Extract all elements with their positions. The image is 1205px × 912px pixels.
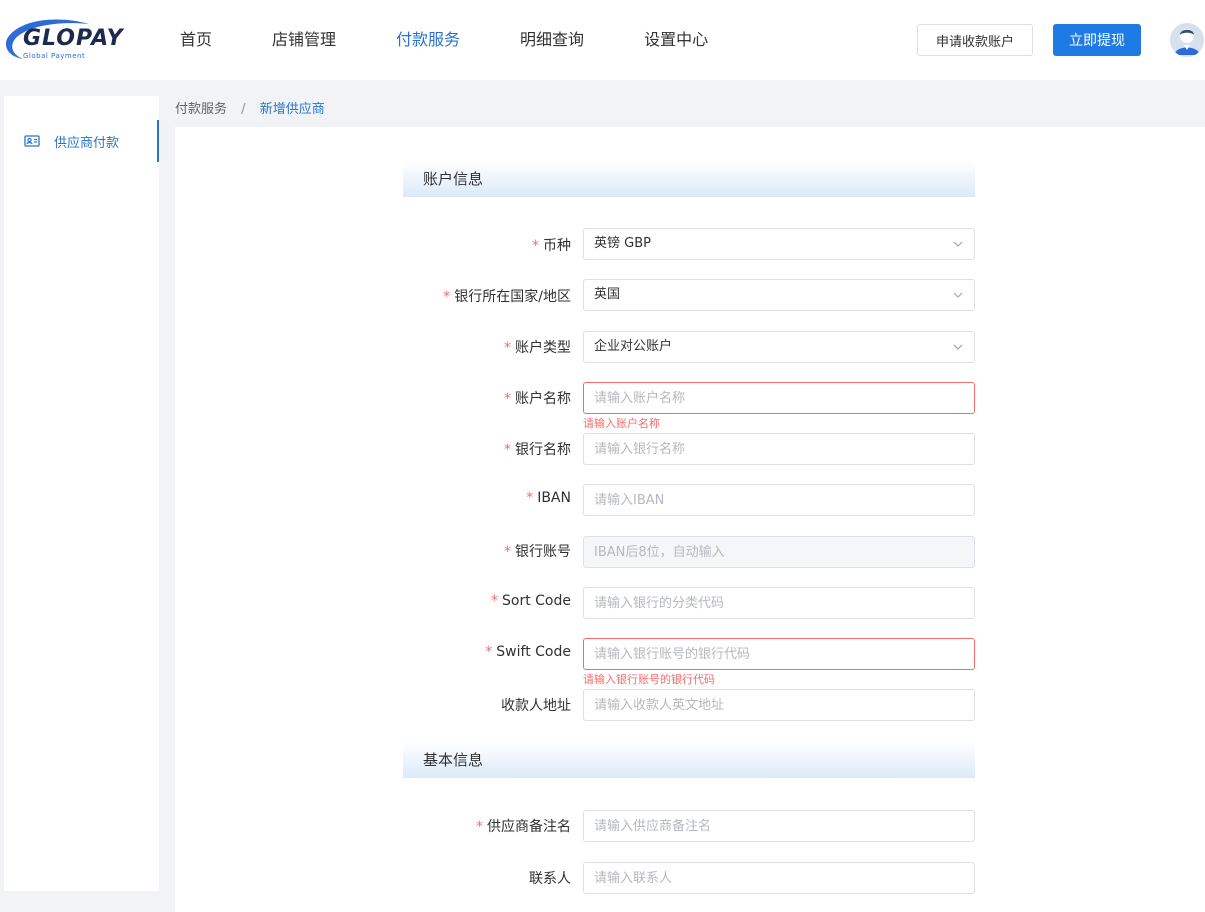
breadcrumb: 付款服务 / 新增供应商	[175, 98, 325, 117]
contact-label: 联系人	[529, 871, 571, 887]
logo-text: GLOPAY	[23, 26, 124, 51]
swift-code-input[interactable]	[583, 638, 975, 670]
currency-value: 英镑 GBP	[594, 236, 651, 251]
account-name-error: 请输入账户名称	[583, 417, 660, 430]
sidebar-item-supplier-payment[interactable]: 供应商付款	[4, 120, 159, 162]
chevron-down-icon	[953, 241, 963, 247]
nav-store-management[interactable]: 店铺管理	[272, 0, 336, 80]
supplier-remark-input[interactable]	[583, 810, 975, 842]
account-type-select[interactable]: 企业对公账户	[583, 331, 975, 363]
account-info-section-title: 账户信息	[403, 161, 975, 197]
id-card-icon	[24, 135, 40, 147]
sidebar-item-label: 供应商付款	[54, 135, 120, 151]
iban-input[interactable]	[583, 484, 975, 516]
account-type-value: 企业对公账户	[594, 339, 673, 354]
user-avatar[interactable]	[1170, 23, 1204, 57]
sort-code-label: * Sort Code	[491, 593, 571, 609]
breadcrumb-separator: /	[241, 102, 246, 117]
contact-input[interactable]	[583, 862, 975, 894]
currency-select[interactable]: 英镑 GBP	[583, 228, 975, 260]
swift-code-error: 请输入银行账号的银行代码	[583, 673, 715, 686]
nav-home[interactable]: 首页	[180, 0, 212, 80]
bank-country-select[interactable]: 英国	[583, 279, 975, 311]
chevron-down-icon	[953, 344, 963, 350]
nav-details-query[interactable]: 明细查询	[520, 0, 584, 80]
swift-code-label: * Swift Code	[485, 644, 571, 660]
bank-country-label: * 银行所在国家/地区	[443, 289, 571, 305]
payee-address-label: 收款人地址	[501, 698, 571, 714]
bank-country-value: 英国	[594, 287, 621, 302]
iban-label: * IBAN	[526, 490, 571, 506]
bank-account-label: * 银行账号	[504, 544, 571, 560]
nav-payment-services[interactable]: 付款服务	[396, 0, 460, 80]
glopay-logo[interactable]: GLOPAY Global Payment	[3, 17, 128, 63]
sort-code-input[interactable]	[583, 587, 975, 619]
sidebar: 供应商付款	[4, 96, 159, 891]
bank-name-label: * 银行名称	[504, 442, 571, 458]
top-header: GLOPAY Global Payment 首页 店铺管理 付款服务 明细查询 …	[0, 0, 1205, 80]
bank-account-input	[583, 536, 975, 568]
logo-subtitle: Global Payment	[23, 52, 86, 60]
breadcrumb-current: 新增供应商	[259, 102, 325, 117]
account-type-label: * 账户类型	[504, 340, 571, 356]
basic-info-section-title: 基本信息	[403, 742, 975, 778]
account-name-label: * 账户名称	[504, 391, 571, 407]
chevron-down-icon	[953, 292, 963, 298]
user-icon	[1170, 23, 1204, 57]
bank-name-input[interactable]	[583, 433, 975, 465]
supplier-remark-label: * 供应商备注名	[476, 819, 571, 835]
apply-account-button[interactable]: 申请收款账户	[917, 24, 1033, 56]
payee-address-input[interactable]	[583, 689, 975, 721]
nav-settings-center[interactable]: 设置中心	[644, 0, 708, 80]
main-nav: 首页 店铺管理 付款服务 明细查询 设置中心	[180, 0, 768, 80]
currency-label: * 币种	[532, 238, 571, 254]
withdraw-button[interactable]: 立即提现	[1053, 24, 1141, 56]
account-name-input[interactable]	[583, 382, 975, 414]
breadcrumb-parent[interactable]: 付款服务	[175, 102, 227, 117]
